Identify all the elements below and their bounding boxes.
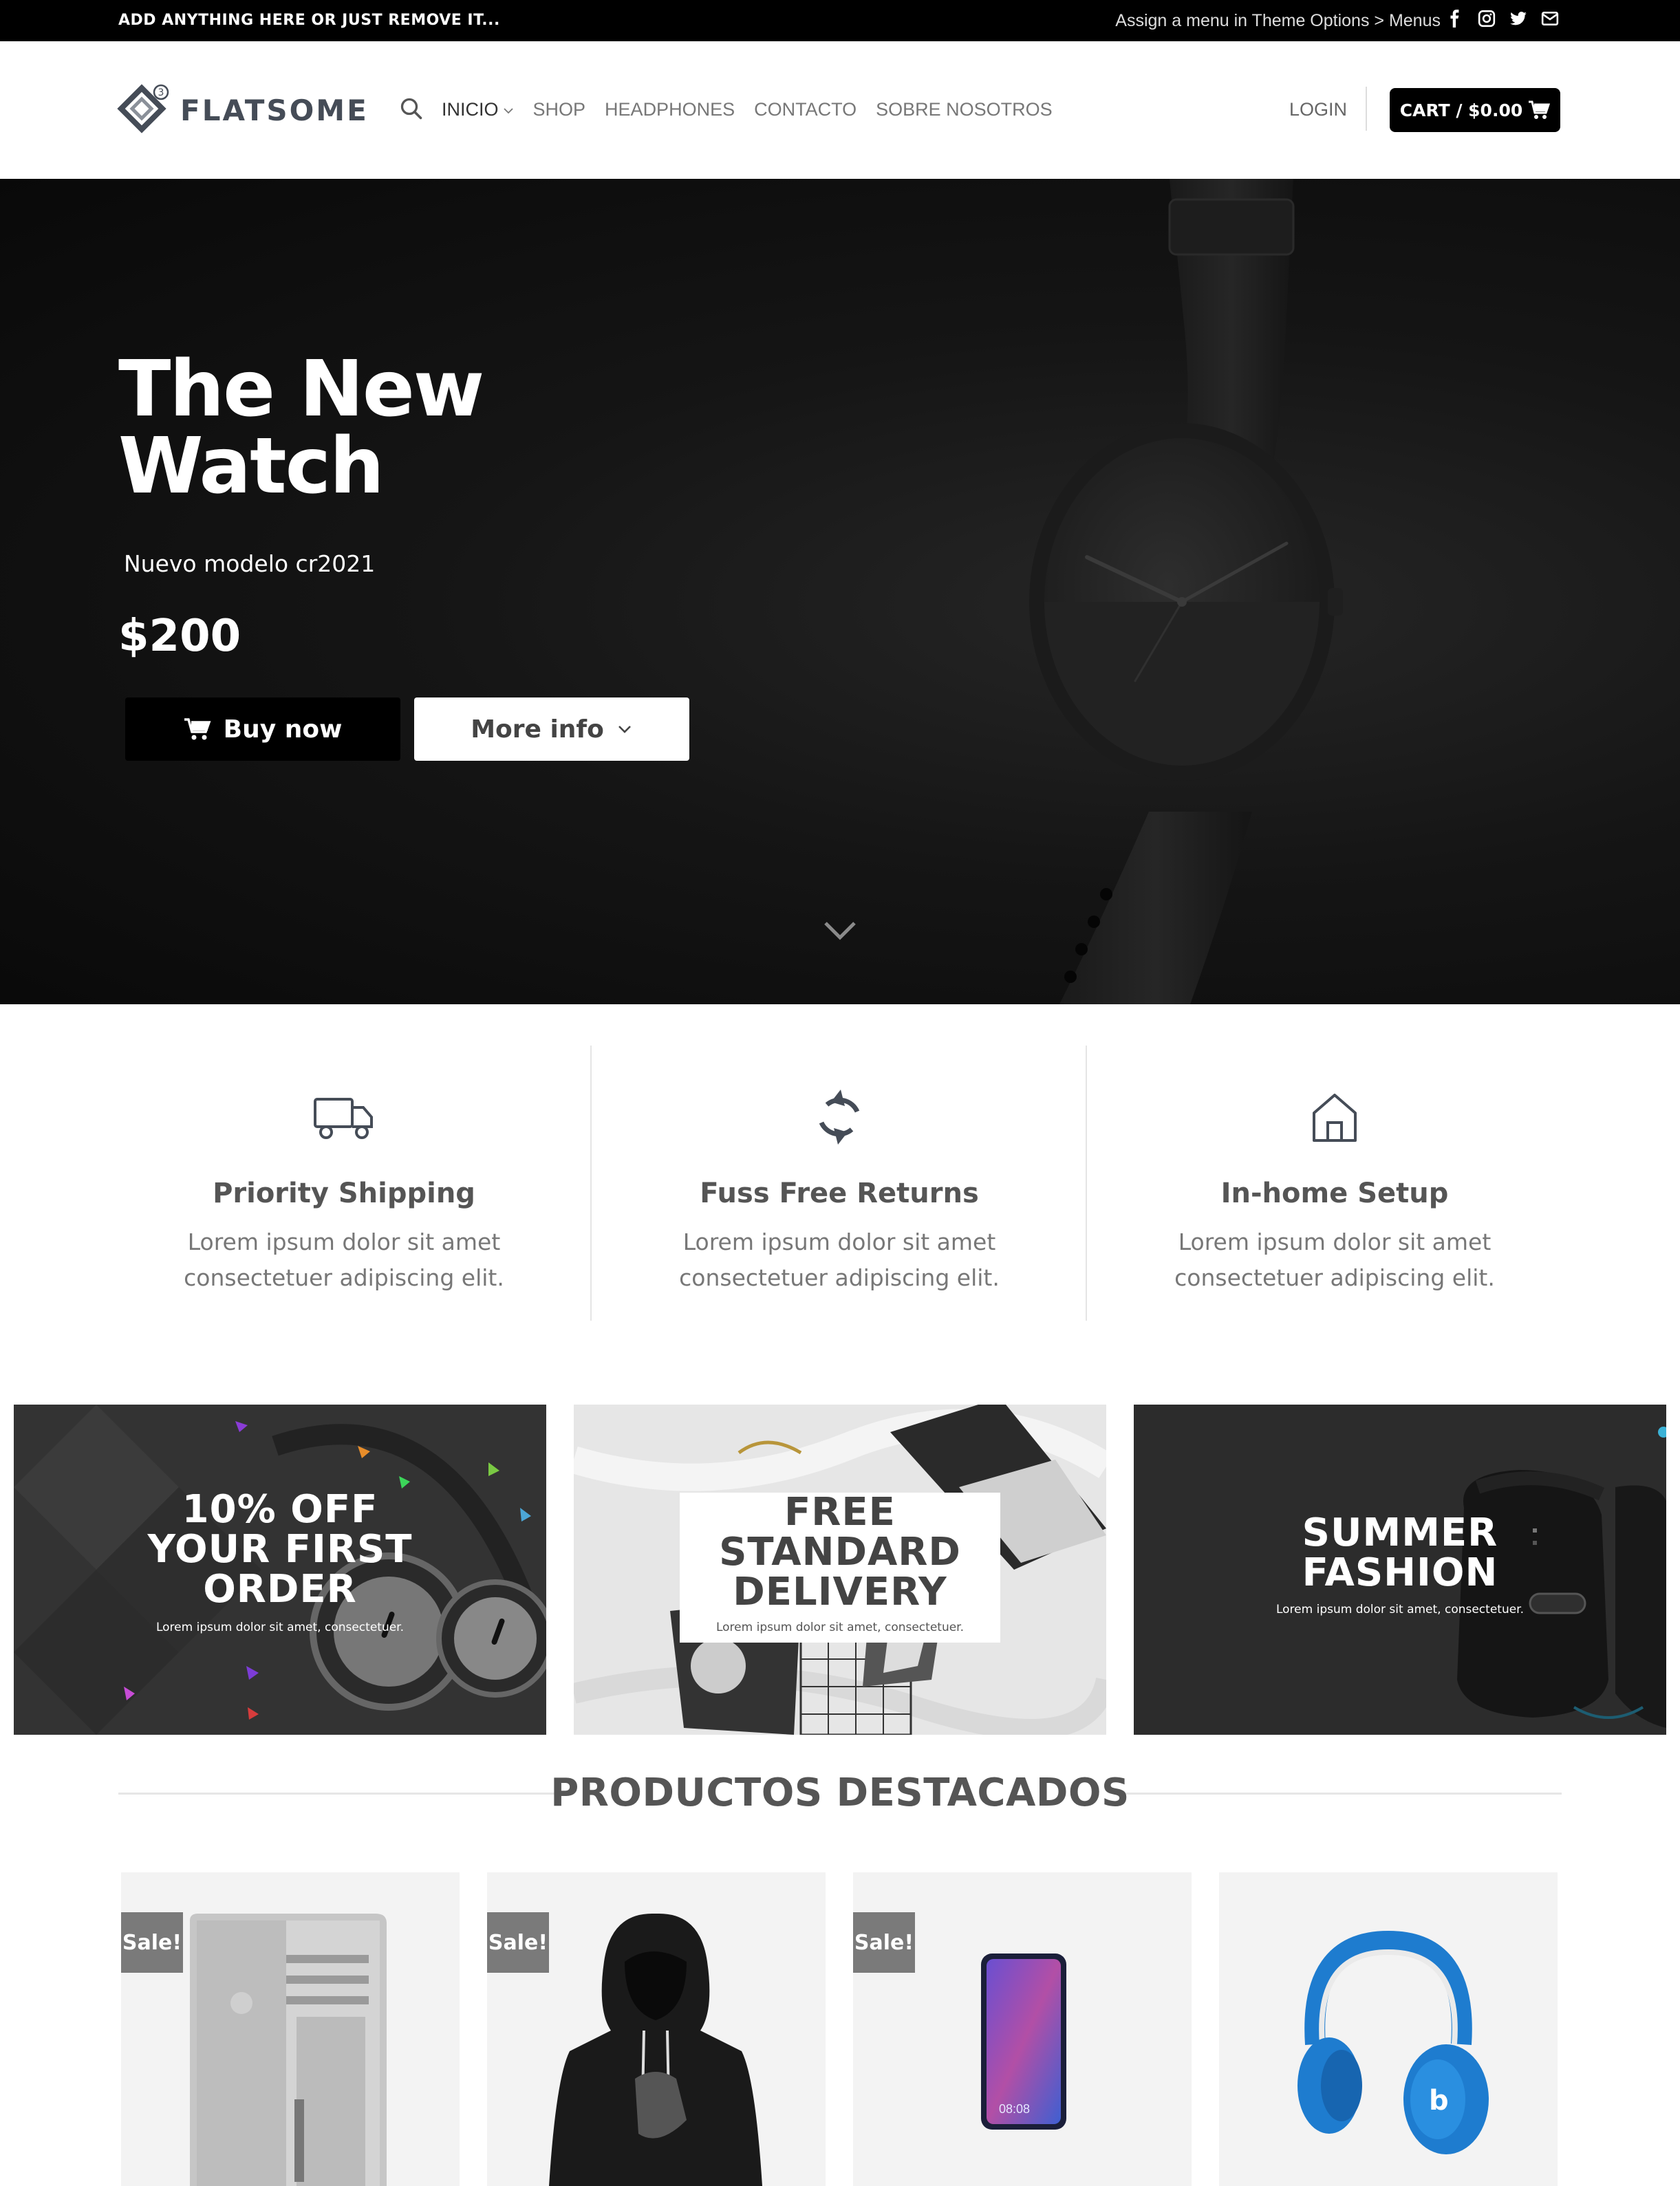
more-info-label: More info [471,715,604,744]
hero-price: $200 [118,611,241,662]
feature-description: Lorem ipsum dolor sit amet consectetuer … [1174,1229,1495,1291]
product-card[interactable]: Sale! [121,1872,460,2186]
watch-image [1029,179,1343,1004]
feature-priority-shipping: Priority Shipping Lorem ipsum dolor sit … [96,1046,592,1321]
email-icon[interactable] [1541,10,1559,28]
facebook-icon[interactable] [1446,10,1464,28]
promo-summer-fashion[interactable]: SUMMER FASHION Lorem ipsum dolor sit ame… [1134,1405,1666,1735]
sale-badge: Sale! [487,1912,549,1973]
blue-headphones-image: b [1219,1872,1558,2186]
site-header: 3 FLATSOME INICIO SHOP HEADPHONES CONTAC… [0,41,1680,179]
hero-subtitle: Nuevo modelo cr2021 [124,550,376,577]
nav-item-inicio[interactable]: INICIO [442,99,514,120]
product-card[interactable]: Sale! [487,1872,826,2186]
more-info-button[interactable]: More info [414,697,689,761]
nav-item-headphones[interactable]: HEADPHONES [605,99,735,120]
hero-title-line1: The New [118,345,484,434]
buy-now-button[interactable]: Buy now [125,697,400,761]
cart-icon [1529,100,1551,119]
logo-text: FLATSOME [180,93,369,127]
truck-icon [314,1098,373,1139]
promo-title: 10% OFF YOUR FIRST ORDER [147,1487,413,1612]
search-icon[interactable] [399,96,424,121]
chevron-down-icon [503,108,513,114]
product-card[interactable]: 08:08 Sale! [853,1872,1192,2186]
refresh-icon [819,1090,860,1145]
nav-item-sobre-nosotros[interactable]: SOBRE NOSOTROS [876,99,1053,120]
login-link[interactable]: LOGIN [1289,99,1347,120]
cart-label: CART / $0.00 [1399,100,1523,120]
sale-badge: Sale! [853,1912,915,1973]
top-bar: ADD ANYTHING HERE OR JUST REMOVE IT... A… [0,0,1680,41]
topbar-menu-hint[interactable]: Assign a menu in Theme Options > Menus [1115,11,1441,31]
promo-first-order[interactable]: 10% OFF YOUR FIRST ORDER Lorem ipsum dol… [14,1405,546,1735]
promo-title: SUMMER FASHION [1302,1511,1498,1595]
site-logo[interactable]: 3 FLATSOME [117,83,369,138]
featured-products-title: PRODUCTOS DESTACADOS [550,1771,1130,1815]
main-nav: INICIO SHOP HEADPHONES CONTACTO SOBRE NO… [442,99,1053,120]
cart-button[interactable]: CART / $0.00 [1390,88,1560,132]
cart-icon [184,718,211,740]
svg-text:08:08: 08:08 [999,2102,1030,2116]
twitter-icon[interactable] [1509,10,1527,28]
nav-item-contacto[interactable]: CONTACTO [754,99,857,120]
promo-title: FREE STANDARD DELIVERY [719,1490,961,1614]
instagram-icon[interactable] [1478,10,1496,28]
logo-diamond-icon: 3 [117,84,169,133]
feature-fuss-free-returns: Fuss Free Returns Lorem ipsum dolor sit … [592,1046,1087,1321]
scroll-down-icon[interactable] [823,919,857,942]
feature-description: Lorem ipsum dolor sit amet consectetuer … [184,1229,504,1291]
svg-text:b: b [1429,2085,1449,2117]
feature-title: Fuss Free Returns [700,1178,979,1209]
home-icon [1313,1094,1357,1142]
sale-badge: Sale! [121,1912,183,1973]
feature-title: In-home Setup [1220,1178,1449,1209]
feature-title: Priority Shipping [213,1178,475,1209]
promo-free-delivery[interactable]: FREE STANDARD DELIVERY Lorem ipsum dolor… [574,1405,1106,1735]
hero-title-line2: Watch [118,422,385,511]
hero-banner: The New Watch Nuevo modelo cr2021 $200 B… [0,179,1680,1004]
hero-title: The New Watch [118,345,484,511]
promo-subtitle: Lorem ipsum dolor sit amet, consectetuer… [1275,1603,1525,1616]
chevron-down-icon [618,726,631,733]
buy-now-label: Buy now [223,715,343,744]
header-divider [1366,87,1367,131]
social-links [1446,10,1559,28]
feature-in-home-setup: In-home Setup Lorem ipsum dolor sit amet… [1087,1046,1582,1321]
promo-subtitle: Lorem ipsum dolor sit amet, consectetuer… [155,1621,405,1634]
feature-description: Lorem ipsum dolor sit amet consectetuer … [679,1229,1000,1291]
svg-text:3: 3 [158,87,164,98]
topbar-message: ADD ANYTHING HERE OR JUST REMOVE IT... [118,12,500,29]
promo-subtitle: Lorem ipsum dolor sit amet, consectetuer… [715,1621,965,1634]
nav-item-shop[interactable]: SHOP [533,99,586,120]
product-card[interactable]: b [1219,1872,1558,2186]
